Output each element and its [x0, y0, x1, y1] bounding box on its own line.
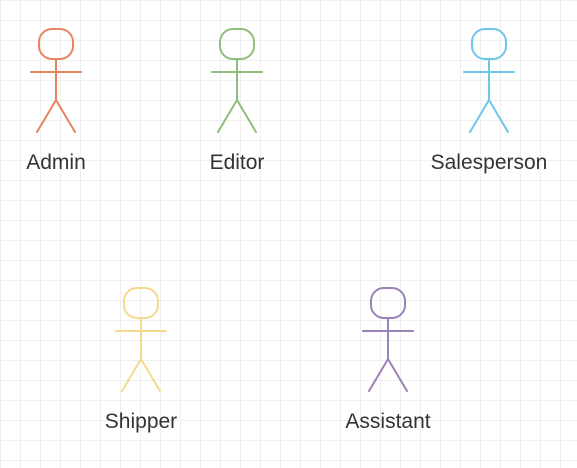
stick-figure-icon [30, 28, 82, 133]
actor-shipper[interactable]: Shipper [71, 287, 211, 447]
actor-label-admin: Admin [26, 151, 86, 174]
diagram-canvas: Admin Editor Salesperson Shipper Assista… [0, 0, 577, 468]
actor-label-assistant: Assistant [345, 410, 431, 433]
stick-figure-icon [362, 287, 414, 392]
actor-label-editor: Editor [209, 151, 265, 174]
actor-assistant[interactable]: Assistant [318, 287, 458, 447]
actor-editor[interactable]: Editor [167, 28, 307, 188]
stick-figure-icon [463, 28, 515, 133]
actor-label-shipper: Shipper [104, 410, 178, 433]
actor-label-salesperson: Salesperson [430, 151, 548, 174]
actor-salesperson[interactable]: Salesperson [419, 28, 559, 188]
actor-admin[interactable]: Admin [0, 28, 126, 188]
stick-figure-icon [115, 287, 167, 392]
stick-figure-icon [211, 28, 263, 133]
